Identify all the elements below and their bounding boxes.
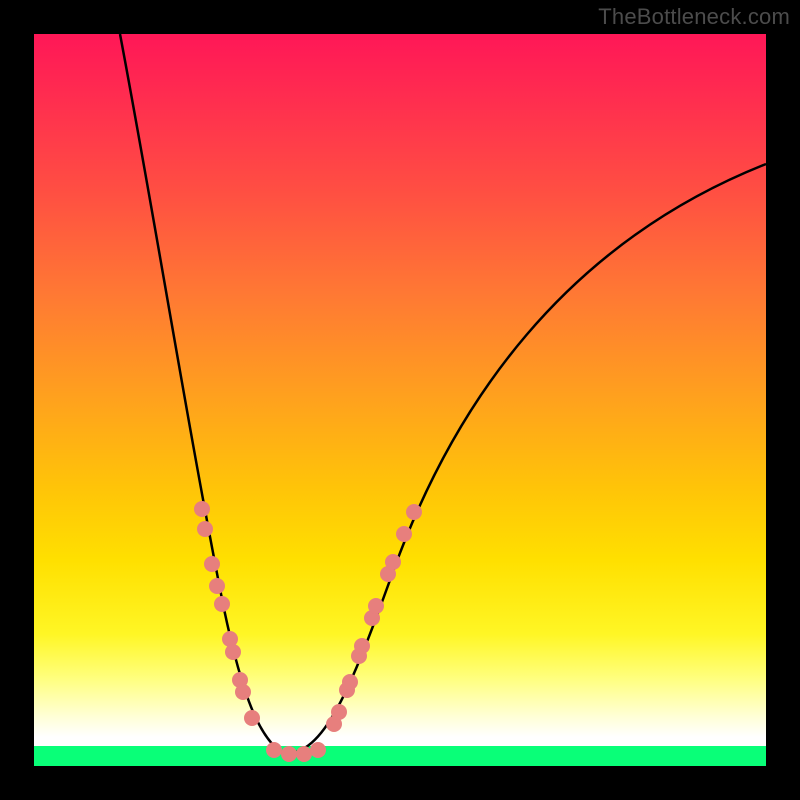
sample-dot — [354, 638, 370, 654]
bottleneck-curve — [34, 34, 766, 766]
sample-dot — [204, 556, 220, 572]
curve-left-arm — [120, 34, 284, 754]
plot-area — [34, 34, 766, 766]
sample-dot — [197, 521, 213, 537]
sample-dot — [368, 598, 384, 614]
chart-stage: TheBottleneck.com — [0, 0, 800, 800]
sample-dot — [310, 742, 326, 758]
sample-dot — [266, 742, 282, 758]
sample-dot — [209, 578, 225, 594]
sample-dot — [244, 710, 260, 726]
sample-dot — [214, 596, 230, 612]
sample-dot — [296, 746, 312, 762]
sample-dot — [331, 704, 347, 720]
sample-dot — [385, 554, 401, 570]
sample-dot — [342, 674, 358, 690]
sample-dot — [281, 746, 297, 762]
sample-dot — [225, 644, 241, 660]
sample-dot — [235, 684, 251, 700]
watermark-text: TheBottleneck.com — [598, 4, 790, 30]
sample-dot — [406, 504, 422, 520]
curve-right-arm — [284, 164, 766, 754]
sample-dot — [194, 501, 210, 517]
sample-dots — [194, 501, 422, 762]
sample-dot — [396, 526, 412, 542]
